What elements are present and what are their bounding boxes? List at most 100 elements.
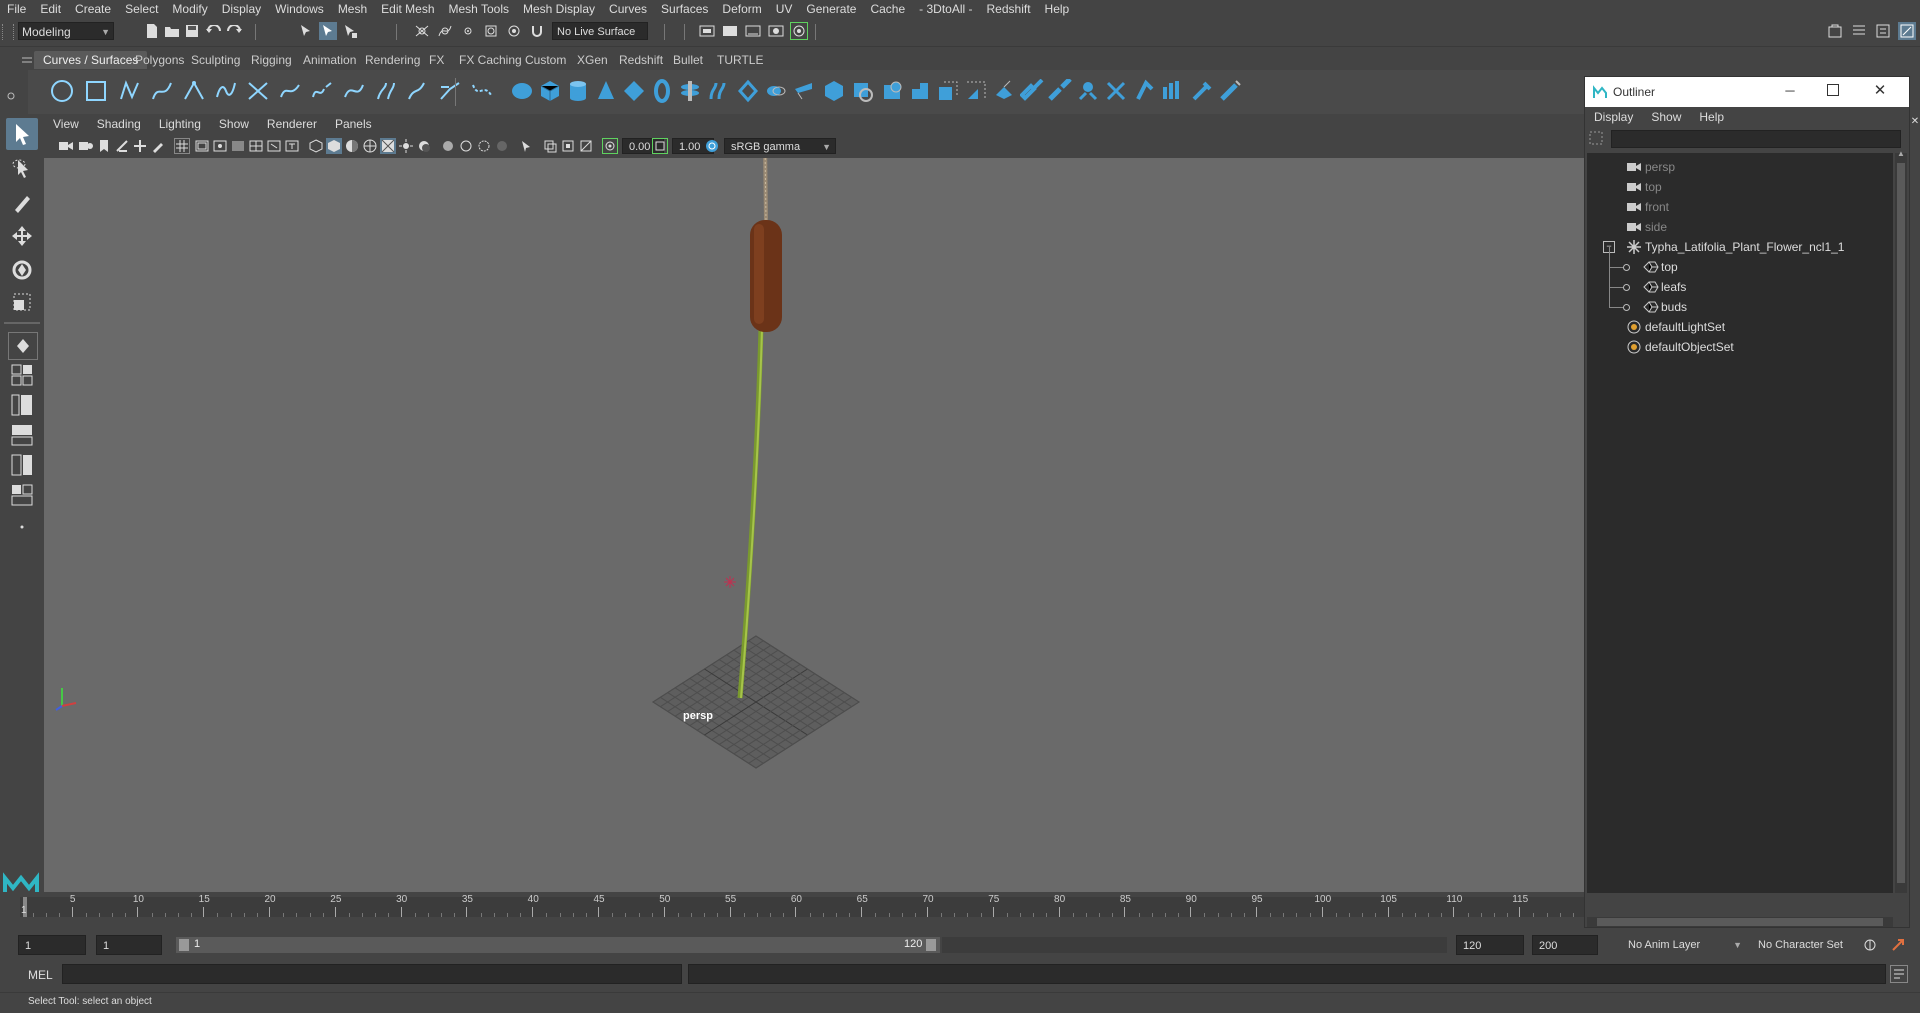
playback-end-field[interactable]: 120 <box>1456 935 1524 955</box>
select-component-icon[interactable] <box>341 22 359 40</box>
tool-settings-toggle-icon[interactable] <box>1898 22 1916 40</box>
extend-curve-icon[interactable] <box>372 77 400 105</box>
menu-display[interactable]: Display <box>215 2 268 16</box>
mode-selector[interactable]: Modeling ▼ <box>18 22 114 40</box>
save-scene-icon[interactable] <box>183 22 201 40</box>
script-editor-icon[interactable] <box>1890 965 1908 983</box>
time-slider-track[interactable]: 1 5 10 15 20 25 30 35 40 45 50 55 60 65 70 75 80 85 90 95 1… <box>20 894 1586 917</box>
motion-blur-icon[interactable] <box>458 138 474 154</box>
wireframe-on-shaded-icon[interactable] <box>362 138 378 154</box>
outliner-menu-show[interactable]: Show <box>1642 110 1690 124</box>
menu-deform[interactable]: Deform <box>715 2 768 16</box>
menu-generate[interactable]: Generate <box>799 2 863 16</box>
auto-key-icon[interactable] <box>1890 937 1906 953</box>
menu-edit-mesh[interactable]: Edit Mesh <box>374 2 441 16</box>
textured-icon[interactable] <box>380 138 396 154</box>
untrim-icon[interactable] <box>990 77 1018 105</box>
outliner-item[interactable]: front <box>1587 197 1893 217</box>
image-plane-icon[interactable] <box>114 138 130 154</box>
outliner-item[interactable]: side <box>1587 217 1893 237</box>
planar-icon[interactable] <box>734 77 762 105</box>
menu-create[interactable]: Create <box>68 2 118 16</box>
outliner-item[interactable]: defaultLightSet <box>1587 317 1893 337</box>
live-surface-field[interactable]: No Live Surface <box>552 22 648 40</box>
persp-graph-outliner-layout-icon[interactable] <box>8 482 36 508</box>
range-bar[interactable]: 1 120 <box>176 937 940 953</box>
rotate-tool-icon[interactable] <box>6 254 38 286</box>
resolution-gate-icon[interactable] <box>212 138 228 154</box>
menu-mesh-display[interactable]: Mesh Display <box>516 2 602 16</box>
scroll-thumb[interactable] <box>1897 163 1905 883</box>
grip-handle[interactable] <box>2 24 14 40</box>
menu-modify[interactable]: Modify <box>165 2 214 16</box>
shelf-tab-turtle[interactable]: TURTLE <box>708 51 772 69</box>
nurbs-square-icon[interactable] <box>82 77 110 105</box>
isolate-select-icon[interactable] <box>518 138 534 154</box>
ipr-render-icon[interactable] <box>721 22 739 40</box>
shelf-tab-animation[interactable]: Animation <box>294 51 365 69</box>
outliner-horizontal-scrollbar[interactable] <box>1587 917 1893 927</box>
gamma-toggle-icon[interactable] <box>652 138 668 154</box>
use-all-lights-icon[interactable] <box>398 138 414 154</box>
revolve-icon[interactable] <box>676 77 704 105</box>
open-scene-icon[interactable] <box>163 22 181 40</box>
scale-tool-icon[interactable] <box>6 286 38 318</box>
open-close-surfaces-icon[interactable] <box>1102 77 1130 105</box>
outliner-menu-display[interactable]: Display <box>1585 110 1642 124</box>
visibility-dot-icon[interactable] <box>1623 304 1630 311</box>
select-tool-icon[interactable] <box>6 118 38 150</box>
boolean-intersect-icon[interactable] <box>906 77 934 105</box>
menu-windows[interactable]: Windows <box>268 2 331 16</box>
color-management-icon[interactable] <box>704 138 720 154</box>
close-icon[interactable]: ✕ <box>1871 81 1889 99</box>
redo-icon[interactable] <box>225 22 243 40</box>
hypershade-icon[interactable] <box>767 22 785 40</box>
render-view-icon[interactable] <box>790 22 808 40</box>
paint-select-tool-icon[interactable] <box>6 186 38 218</box>
ep-curve-tool-icon[interactable] <box>148 77 176 105</box>
extrude-icon[interactable] <box>762 77 790 105</box>
scroll-up-icon[interactable]: ▲ <box>1895 149 1907 159</box>
shelf-tab-bullet[interactable]: Bullet <box>664 51 712 69</box>
outliner-item[interactable]: − Typha_Latifolia_Plant_Flower_ncl1_1 <box>1587 237 1893 257</box>
default-material-icon[interactable] <box>344 138 360 154</box>
render-settings-icon[interactable] <box>744 22 762 40</box>
new-scene-icon[interactable] <box>143 22 161 40</box>
shelf-tab-rigging[interactable]: Rigging <box>242 51 301 69</box>
outliner-item[interactable]: defaultObjectSet <box>1587 337 1893 357</box>
hscroll-thumb[interactable] <box>1597 918 1883 926</box>
shelf-tab-fx[interactable]: FX <box>420 51 453 69</box>
script-language-toggle[interactable]: MEL <box>28 968 53 982</box>
shelf-tab-sculpting[interactable]: Sculpting <box>182 51 249 69</box>
move-tool-icon[interactable] <box>6 220 38 252</box>
screen-space-ao-icon[interactable] <box>440 138 456 154</box>
boolean-difference-icon[interactable] <box>878 77 906 105</box>
boolean-union-icon[interactable] <box>848 77 876 105</box>
bevel-plus-icon[interactable] <box>820 77 848 105</box>
character-set-select[interactable]: No Character Set <box>1750 936 1880 954</box>
menu-file[interactable]: File <box>0 2 33 16</box>
safe-action-icon[interactable] <box>266 138 282 154</box>
2d-pan-zoom-icon[interactable] <box>132 138 148 154</box>
minimize-icon[interactable]: ─ <box>1781 83 1799 101</box>
trim-tool-icon[interactable] <box>962 77 990 105</box>
menu-select[interactable]: Select <box>118 2 165 16</box>
exposure-toggle-icon[interactable] <box>602 138 618 154</box>
grease-pencil-icon[interactable] <box>150 138 166 154</box>
detach-surfaces-icon[interactable] <box>1046 77 1074 105</box>
extend-surfaces-icon[interactable] <box>1158 77 1186 105</box>
shelf-tab-rendering[interactable]: Rendering <box>356 51 429 69</box>
sculpt-geometry-icon[interactable] <box>1216 77 1244 105</box>
outliner-item[interactable]: buds <box>1587 287 1893 317</box>
visibility-dot-icon[interactable] <box>1623 284 1630 291</box>
menu-mesh-tools[interactable]: Mesh Tools <box>442 2 516 16</box>
outliner-item[interactable]: persp <box>1587 157 1893 177</box>
select-camera-icon[interactable] <box>58 138 74 154</box>
wireframe-icon[interactable] <box>308 138 324 154</box>
rebuild-curve-icon[interactable] <box>436 77 464 105</box>
shelf-menu-icon[interactable] <box>22 54 32 64</box>
snap-live-icon[interactable] <box>505 22 523 40</box>
bookmarks-icon[interactable] <box>96 138 112 154</box>
snap-view-plane-icon[interactable] <box>482 22 500 40</box>
snap-curve-icon[interactable] <box>436 22 454 40</box>
